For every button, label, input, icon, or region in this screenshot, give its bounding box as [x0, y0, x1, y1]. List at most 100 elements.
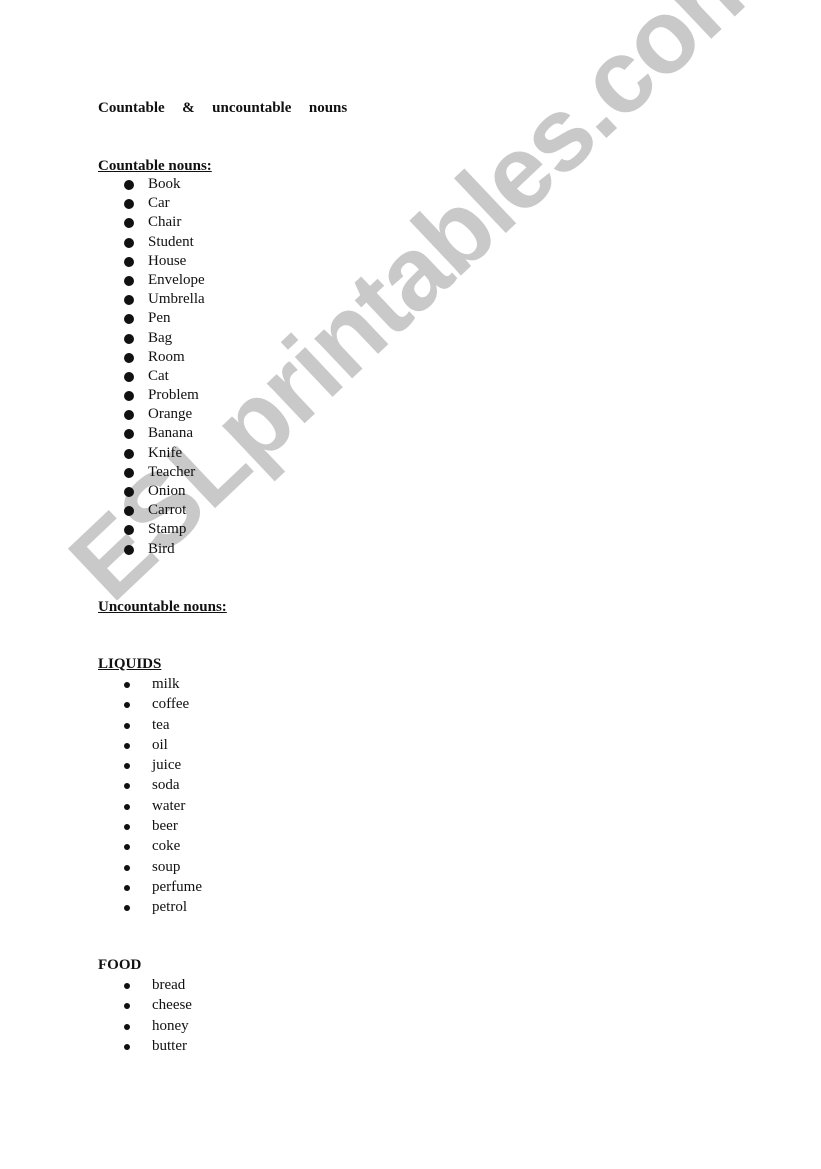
list-item-text: Problem — [148, 387, 199, 404]
food-list: bread cheese honey butter — [124, 975, 192, 1056]
list-item-text: Orange — [148, 406, 193, 423]
list-item: Onion — [124, 482, 205, 501]
list-item-text: Book — [148, 176, 181, 192]
list-item-text: Cat — [148, 367, 169, 384]
bullet-icon — [124, 429, 134, 440]
list-item-text: Umbrella — [148, 291, 205, 308]
list-item-text: Room — [148, 348, 185, 365]
bullet-icon — [124, 905, 130, 912]
bullet-icon — [124, 763, 130, 770]
list-item-text: Envelope — [148, 271, 205, 288]
worksheet-page: Countable & uncountable nouns Countable … — [0, 0, 821, 1169]
list-item: Umbrella — [124, 290, 205, 309]
bullet-icon — [124, 448, 134, 459]
list-item-text: Bag — [148, 329, 173, 346]
list-item-text: tea — [152, 716, 170, 733]
list-item: Bird — [124, 540, 205, 559]
list-item-text: perfume — [152, 878, 202, 895]
list-item-text: soup — [152, 858, 181, 875]
list-item: Car — [124, 194, 205, 213]
bullet-icon — [124, 824, 130, 831]
bullet-icon — [124, 702, 130, 709]
list-item: coke — [124, 836, 202, 856]
list-item: Orange — [124, 405, 205, 424]
bullet-icon — [124, 295, 134, 306]
list-item: Student — [124, 233, 205, 252]
list-item-text: House — [148, 252, 187, 269]
list-item: milk — [124, 674, 202, 694]
bullet-icon — [124, 180, 134, 190]
bullet-icon — [124, 864, 130, 871]
list-item: Stamp — [124, 520, 205, 539]
list-item: Banana — [124, 424, 205, 443]
list-item: Chair — [124, 213, 205, 232]
list-item: oil — [124, 735, 202, 755]
bullet-icon — [124, 333, 134, 344]
list-item: tea — [124, 715, 202, 735]
bullet-icon — [124, 487, 134, 497]
bullet-icon — [124, 314, 134, 325]
bullet-icon — [124, 783, 130, 790]
list-item: cheese — [124, 995, 192, 1015]
bullet-icon — [124, 544, 134, 555]
list-item: juice — [124, 755, 202, 775]
bullet-icon — [124, 1003, 130, 1010]
list-item: petrol — [124, 897, 202, 917]
list-item-text: Onion — [148, 483, 186, 499]
list-item: honey — [124, 1016, 192, 1036]
list-item: Knife — [124, 444, 205, 463]
list-item-text: Student — [148, 233, 194, 250]
list-item: Bag — [124, 329, 205, 348]
bullet-icon — [124, 256, 134, 267]
food-heading: FOOD — [98, 957, 142, 973]
list-item-text: coffee — [152, 696, 190, 713]
list-item: perfume — [124, 877, 202, 897]
list-item-text: bread — [152, 977, 186, 993]
page-title: Countable & uncountable nouns — [98, 100, 348, 116]
bullet-icon — [124, 506, 134, 517]
bullet-icon — [124, 1043, 130, 1050]
list-item-text: butter — [152, 1037, 187, 1054]
bullet-icon — [124, 467, 134, 478]
list-item: House — [124, 252, 205, 271]
liquids-heading: LIQUIDS — [98, 656, 162, 672]
bullet-icon — [124, 722, 130, 729]
list-item: butter — [124, 1036, 192, 1056]
list-item-text: Knife — [148, 444, 183, 461]
bullet-icon — [124, 237, 134, 248]
uncountable-nouns-heading: Uncountable nouns: — [98, 599, 227, 615]
countable-nouns-heading: Countable nouns: — [98, 158, 212, 174]
bullet-icon — [124, 410, 134, 421]
list-item: beer — [124, 816, 202, 836]
liquids-list: milk coffee tea oil juice soda water beer coke so… — [124, 674, 202, 918]
bullet-icon — [124, 884, 130, 891]
list-item-text: soda — [152, 777, 180, 794]
list-item-text: water — [152, 797, 186, 814]
countable-nouns-list: Book Car Chair Student House Envelope Umbrella… — [124, 175, 205, 559]
list-item-text: petrol — [152, 899, 187, 916]
list-item-text: honey — [152, 1017, 189, 1034]
bullet-icon — [124, 199, 134, 210]
list-item-text: Pen — [148, 310, 171, 327]
bullet-icon — [124, 218, 134, 229]
list-item: Room — [124, 348, 205, 367]
list-item-text: Teacher — [148, 463, 196, 480]
list-item-text: coke — [152, 838, 181, 855]
bullet-icon — [124, 742, 130, 749]
list-item: water — [124, 796, 202, 816]
bullet-icon — [124, 682, 130, 688]
list-item: Problem — [124, 386, 205, 405]
list-item-text: beer — [152, 818, 178, 835]
list-item-text: Bird — [148, 540, 175, 557]
bullet-icon — [124, 1023, 130, 1030]
list-item: Teacher — [124, 463, 205, 482]
bullet-icon — [124, 352, 134, 363]
list-item: coffee — [124, 694, 202, 714]
list-item: bread — [124, 975, 192, 995]
list-item: Book — [124, 175, 205, 194]
list-item-text: Car — [148, 195, 170, 212]
bullet-icon — [124, 391, 134, 402]
list-item: Cat — [124, 367, 205, 386]
bullet-icon — [124, 983, 130, 989]
bullet-icon — [124, 525, 134, 536]
